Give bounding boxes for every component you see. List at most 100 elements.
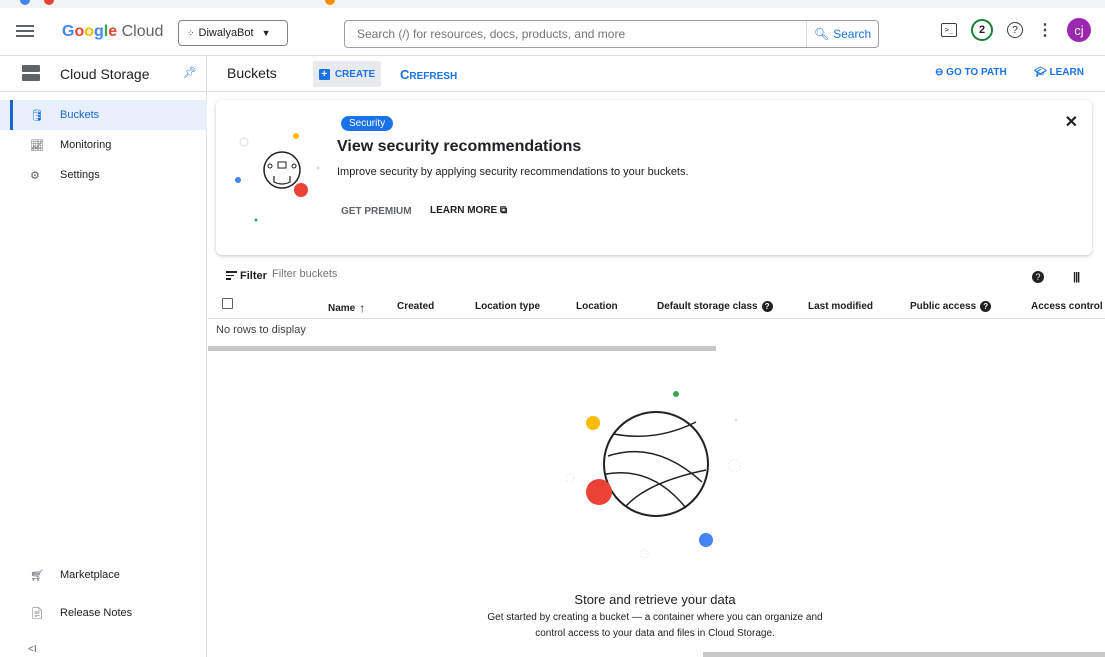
sidebar: Cloud Storage 📌︎ 🛢︎ Buckets 📈︎ Monitorin… [0, 56, 207, 657]
column-label: Public access [910, 301, 977, 312]
help-icon[interactable]: ? [761, 301, 773, 312]
top-actions: >_ 2 ? ⋮ cj [941, 18, 1091, 42]
column-header-location[interactable]: Location [576, 301, 618, 312]
filter-label: Filter [240, 270, 267, 282]
column-label: Last modified [808, 301, 874, 312]
sidebar-item-label: Monitoring [60, 139, 112, 151]
search-input[interactable] [345, 21, 806, 47]
filter-input[interactable] [272, 268, 572, 280]
refresh-button[interactable]: CREFRESH [400, 67, 457, 82]
storage-globe-illustration [565, 391, 741, 559]
column-label: Location type [475, 301, 541, 312]
get-premium-button[interactable]: GET PREMIUM [341, 206, 412, 217]
help-icon[interactable]: ? [1007, 22, 1023, 38]
column-header-created[interactable]: Created [397, 301, 434, 312]
sort-ascending-icon: ↑ [359, 301, 366, 315]
chevron-down-icon: ▼ [261, 28, 271, 38]
empty-table-message: No rows to display [216, 324, 306, 336]
column-header-public-access[interactable]: Public access? [910, 301, 992, 312]
empty-state-line: Get started by creating a bucket — a con… [487, 612, 823, 623]
empty-state-line: control access to your data and files in… [535, 628, 775, 639]
marketplace-icon: 🛒︎ [30, 569, 44, 582]
horizontal-scrollbar[interactable] [208, 346, 716, 351]
refresh-button-label: REFRESH [409, 71, 458, 82]
sidebar-item-label: Settings [60, 169, 100, 181]
main-menu-icon[interactable] [16, 22, 34, 40]
avatar[interactable]: cj [1067, 18, 1091, 42]
page-title: Buckets [227, 65, 277, 81]
close-icon[interactable]: ✕ [1065, 112, 1078, 132]
filter-icon [226, 271, 237, 282]
release-notes-icon: 📄︎ [30, 607, 44, 620]
refresh-icon: C [400, 67, 410, 82]
browser-favicon [20, 0, 30, 5]
learn-button[interactable]: 🎓︎ LEARN [1034, 67, 1084, 78]
security-card-title: View security recommendations [337, 138, 582, 155]
create-button[interactable]: + CREATE [313, 61, 381, 87]
sidebar-item-label: Release Notes [60, 607, 133, 619]
empty-state-description: Get started by creating a bucket — a con… [420, 610, 890, 642]
project-picker[interactable]: ⁘ DiwalyaBot ▼ [178, 20, 288, 46]
sidebar-header: Cloud Storage 📌︎ [0, 56, 207, 92]
lightbulb-illustration [235, 133, 320, 222]
search-bar[interactable]: 🔍︎ Search [344, 20, 879, 48]
sidebar-item-settings[interactable]: ⚙ Settings [0, 160, 207, 190]
go-to-path-button[interactable]: ⊖ GO TO PATH [935, 67, 1007, 78]
notifications-badge[interactable]: 2 [971, 19, 993, 41]
security-card-description: Improve security by applying security re… [337, 166, 689, 178]
sidebar-item-label: Buckets [60, 109, 100, 121]
go-to-path-label: GO TO PATH [946, 67, 1007, 78]
sidebar-item-release-notes[interactable]: 📄︎ Release Notes [0, 598, 207, 628]
project-name: DiwalyaBot [198, 27, 254, 39]
table-header: Name ↑ Created Location type Location Def… [208, 295, 1105, 319]
cloud-storage-icon [22, 65, 40, 81]
more-options-icon[interactable]: ⋮ [1037, 20, 1053, 40]
column-label: Access control [1031, 301, 1103, 312]
school-icon: 🎓︎ [1034, 67, 1050, 78]
browser-tab-strip [0, 0, 1105, 8]
column-label: Created [397, 301, 435, 312]
column-label: Location [576, 301, 618, 312]
learn-button-label: LEARN [1049, 67, 1084, 78]
settings-icon: ⚙ [30, 169, 40, 182]
search-icon: 🔍︎ [813, 27, 830, 41]
column-label: Default storage class [657, 301, 758, 312]
help-icon[interactable]: ? [1032, 271, 1044, 283]
monitoring-icon: 📈︎ [30, 139, 44, 152]
cloud-shell-icon[interactable]: >_ [941, 23, 957, 37]
sidebar-item-marketplace[interactable]: 🛒︎ Marketplace [0, 560, 207, 590]
column-header-access-control[interactable]: Access control [1031, 301, 1103, 312]
sidebar-item-label: Marketplace [60, 569, 120, 581]
google-cloud-logo[interactable]: Google Cloud [62, 23, 163, 41]
logo-google-text: Google [62, 23, 118, 40]
project-icon: ⁘ [187, 27, 195, 38]
top-app-bar: Google Cloud ⁘ DiwalyaBot ▼ 🔍︎ Search >_… [0, 8, 1105, 56]
select-all-checkbox[interactable] [222, 298, 233, 309]
column-header-name[interactable]: Name ↑ [328, 301, 365, 315]
collapse-sidebar-button[interactable]: <I [28, 644, 37, 655]
filter-bar: Filter ? ||| [216, 268, 1096, 288]
create-button-label: CREATE [334, 68, 376, 80]
learn-more-label: LEARN MORE [430, 205, 498, 216]
search-button-label: Search [833, 27, 872, 41]
security-recommendations-card: Security View security recommendations I… [216, 100, 1092, 255]
column-header-location-type[interactable]: Location type [475, 301, 540, 312]
learn-more-link[interactable]: LEARN MORE ⧉ [430, 205, 507, 216]
help-icon[interactable]: ? [980, 301, 992, 312]
bucket-icon: 🛢︎ [30, 109, 44, 122]
column-header-last-modified[interactable]: Last modified [808, 301, 873, 312]
column-label: Name [328, 302, 356, 314]
column-header-storage-class[interactable]: Default storage class? [657, 301, 773, 312]
security-badge: Security [341, 116, 394, 131]
page-header: Buckets + CREATE CREFRESH ⊖ GO TO PATH 🎓… [208, 56, 1105, 92]
column-display-icon[interactable]: ||| [1073, 271, 1080, 283]
pin-icon[interactable]: 📌︎ [183, 66, 197, 79]
sidebar-title: Cloud Storage [60, 66, 150, 82]
page-horizontal-scrollbar[interactable] [703, 652, 1105, 657]
sidebar-item-monitoring[interactable]: 📈︎ Monitoring [0, 130, 207, 160]
empty-state-title: Store and retrieve your data [574, 592, 736, 607]
sidebar-item-buckets[interactable]: 🛢︎ Buckets [0, 100, 207, 130]
logo-cloud-text: Cloud [121, 23, 164, 40]
browser-favicon [44, 0, 54, 5]
search-button[interactable]: 🔍︎ Search [806, 21, 878, 47]
